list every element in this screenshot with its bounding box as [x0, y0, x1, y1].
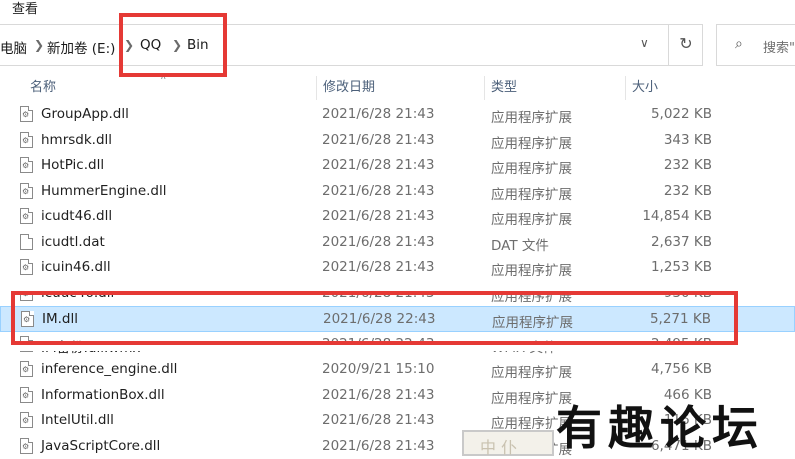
- file-name: IntelUtil.dll: [41, 412, 114, 428]
- file-date: 2021/6/28 21:43: [322, 157, 434, 173]
- file-type: 应用程序扩展: [491, 157, 572, 177]
- column-header: 名称 ∧ 修改日期 类型 大小: [0, 76, 795, 100]
- file-name: GroupApp.dll: [41, 106, 129, 122]
- file-name: inference_engine.dll: [41, 361, 177, 377]
- file-date: 2021/6/28 21:43: [322, 438, 434, 454]
- chevron-right-icon[interactable]: ❯: [34, 38, 44, 52]
- dll-file-icon: ⚙: [20, 183, 33, 199]
- file-date: 2021/6/28 21:43: [322, 208, 434, 224]
- column-date[interactable]: 修改日期: [316, 76, 484, 100]
- dll-file-icon: ⚙: [20, 412, 33, 428]
- file-size: 2,637 KB: [651, 234, 712, 250]
- file-type: 应用程序扩展: [491, 208, 572, 228]
- file-date: 2021/6/28 21:43: [322, 234, 434, 250]
- search-icon: ⌕: [735, 36, 743, 52]
- file-type: DAT 文件: [491, 234, 549, 254]
- dll-file-icon: ⚙: [20, 259, 33, 275]
- file-date: 2021/6/28 21:43: [322, 183, 434, 199]
- column-name[interactable]: 名称: [24, 76, 316, 100]
- file-type: 应用程序扩展: [491, 132, 572, 152]
- watermark-stamp: 中 仆: [462, 430, 554, 456]
- file-date: 2021/6/28 21:43: [322, 259, 434, 275]
- file-size: 232 KB: [664, 157, 712, 173]
- file-row[interactable]: icudtl.dat 2021/6/28 21:43 DAT 文件 2,637 KB: [0, 230, 795, 256]
- file-type: 应用程序扩展: [491, 106, 572, 126]
- highlight-box-path: [119, 13, 227, 77]
- file-row[interactable]: ⚙ HummerEngine.dll 2021/6/28 21:43 应用程序扩展 23…: [0, 179, 795, 205]
- file-size: 14,854 KB: [642, 208, 712, 224]
- file-name: HummerEngine.dll: [41, 183, 167, 199]
- file-row[interactable]: ⚙ inference_engine.dll 2020/9/21 15:10 应用程序…: [0, 357, 795, 383]
- dll-file-icon: ⚙: [20, 438, 33, 454]
- file-size: 343 KB: [664, 132, 712, 148]
- file-icon: [20, 234, 33, 250]
- file-type: 应用程序扩展: [491, 183, 572, 203]
- file-size: 4,756 KB: [651, 361, 712, 377]
- divider: [0, 344, 795, 351]
- dll-file-icon: ⚙: [20, 361, 33, 377]
- chevron-down-icon[interactable]: ∨: [640, 36, 649, 50]
- file-type: 应用程序扩展: [491, 361, 572, 381]
- file-name: icudt46.dll: [41, 208, 112, 224]
- file-date: 2021/6/28 21:43: [322, 387, 434, 403]
- file-name: icuin46.dll: [41, 259, 111, 275]
- file-date: 2021/6/28 21:43: [322, 106, 434, 122]
- file-name: HotPic.dll: [41, 157, 104, 173]
- search-box[interactable]: ⌕ 搜索"Bin": [716, 24, 795, 66]
- file-name: hmrsdk.dll: [41, 132, 112, 148]
- file-row[interactable]: ⚙ HotPic.dll 2021/6/28 21:43 应用程序扩展 232 KB: [0, 153, 795, 179]
- dll-file-icon: ⚙: [20, 208, 33, 224]
- dll-file-icon: ⚙: [20, 387, 33, 403]
- file-date: 2021/6/28 21:43: [322, 412, 434, 428]
- search-input[interactable]: 搜索"Bin": [763, 37, 795, 56]
- file-name: icudtl.dat: [41, 234, 105, 250]
- dll-file-icon: ⚙: [20, 132, 33, 148]
- watermark-text: 有趣论坛: [556, 392, 764, 458]
- dll-file-icon: ⚙: [20, 106, 33, 122]
- stamp-text: 中 仆: [480, 434, 517, 458]
- breadcrumb-this-pc[interactable]: 电脑: [0, 37, 27, 57]
- highlight-box-row: [11, 291, 738, 345]
- file-size: 5,022 KB: [651, 106, 712, 122]
- file-row[interactable]: ⚙ icudt46.dll 2021/6/28 21:43 应用程序扩展 14,854 …: [0, 204, 795, 230]
- file-name: JavaScriptCore.dll: [41, 438, 160, 454]
- file-date: 2020/9/21 15:10: [322, 361, 434, 377]
- file-name: InformationBox.dll: [41, 387, 165, 403]
- file-date: 2021/6/28 21:43: [322, 132, 434, 148]
- address-bar[interactable]: 电脑 ❯ 新加卷 (E:) ❯ QQ ❯ Bin ∨: [0, 24, 703, 66]
- refresh-button[interactable]: ↻: [668, 24, 703, 66]
- file-row[interactable]: ⚙ hmrsdk.dll 2021/6/28 21:43 应用程序扩展 343 KB: [0, 128, 795, 154]
- column-size[interactable]: 大小: [625, 76, 720, 100]
- refresh-icon: ↻: [679, 34, 692, 53]
- menu-view[interactable]: 查看: [12, 0, 38, 17]
- dll-file-icon: ⚙: [20, 157, 33, 173]
- column-type[interactable]: 类型: [484, 76, 625, 100]
- file-row[interactable]: ⚙ icuin46.dll 2021/6/28 21:43 应用程序扩展 1,253 K…: [0, 255, 795, 281]
- file-row[interactable]: ⚙ GroupApp.dll 2021/6/28 21:43 应用程序扩展 5,022 …: [0, 102, 795, 128]
- file-size: 1,253 KB: [651, 259, 712, 275]
- breadcrumb-drive-e[interactable]: 新加卷 (E:): [47, 37, 115, 57]
- file-type: 应用程序扩展: [491, 259, 572, 279]
- file-size: 232 KB: [664, 183, 712, 199]
